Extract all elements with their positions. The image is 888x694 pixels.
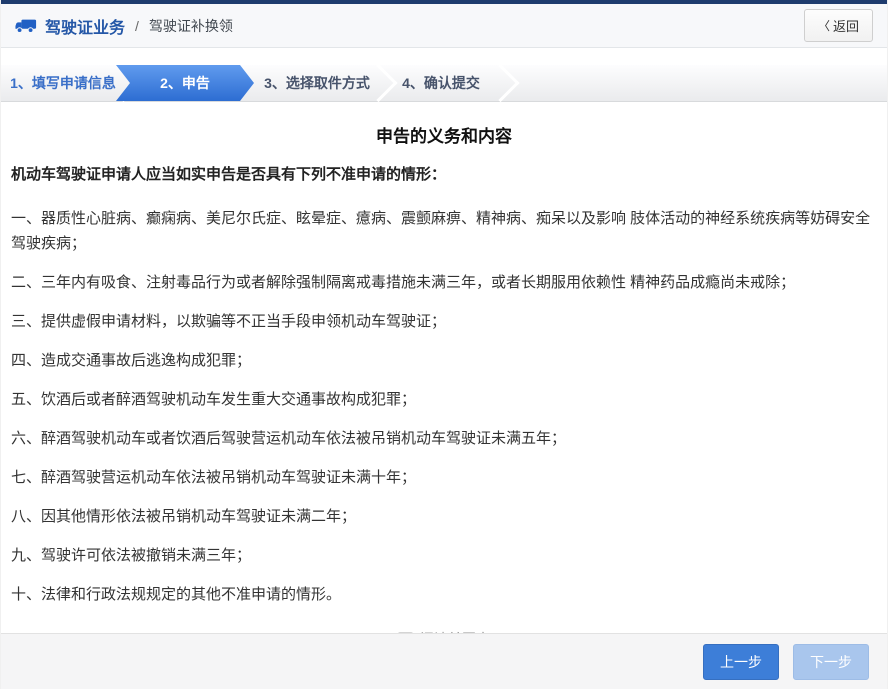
back-button-label: 返回 [833,16,859,35]
declaration-item-6: 六、醉酒驾驶机动车或者饮酒后驾驶营运机动车依法被吊销机动车驾驶证未满五年； [11,426,877,451]
header-gap [1,48,887,65]
page: 驾驶证业务 / 驾驶证补换领 〈 返回 1、填写申请信息 2、申告 3、选择取件… [0,0,888,689]
declaration-item-4: 四、造成交通事故后逃逸构成犯罪； [11,348,877,373]
step-1-label: 1、填写申请信息 [10,73,116,93]
page-title: 申告的义务和内容 [11,122,877,147]
declaration-item-8: 八、因其他情形依法被吊销机动车驾驶证未满二年； [11,504,877,529]
step-2-label: 2、申告 [160,73,210,93]
step-2-declaration-active[interactable]: 2、申告 [116,65,254,101]
declaration-content: 申告的义务和内容 机动车驾驶证申请人应当如实申告是否具有下列不准申请的情形： 一… [1,102,887,633]
step-1-fill-application[interactable]: 1、填写申请信息 [1,65,125,101]
header: 驾驶证业务 / 驾驶证补换领 〈 返回 [1,4,887,48]
previous-step-button[interactable]: 上一步 [703,644,779,680]
declaration-item-1: 一、器质性心脏病、癫痫病、美尼尔氏症、眩晕症、癔病、震颤麻痹、精神病、痴呆以及影… [11,206,877,256]
declaration-item-9: 九、驾驶许可依法被撤销未满三年； [11,543,877,568]
next-step-button[interactable]: 下一步 [793,644,869,680]
declaration-item-7: 七、醉酒驾驶营运机动车依法被吊销机动车驾驶证未满十年； [11,465,877,490]
step-4-label: 4、确认提交 [402,73,480,93]
declaration-item-5: 五、饮酒后或者醉酒驾驶机动车发生重大交通事故构成犯罪； [11,387,877,412]
declaration-item-3: 三、提供虚假申请材料，以欺骗等不正当手段申领机动车驾驶证； [11,309,877,334]
breadcrumb-separator: / [135,18,139,34]
declaration-item-2: 二、三年内有吸食、注射毒品行为或者解除强制隔离戒毒措施未满三年，或者长期服用依赖… [11,270,877,295]
step-3-label: 3、选择取件方式 [264,73,370,93]
breadcrumb: 驾驶证业务 / 驾驶证补换领 [15,14,233,38]
back-chevron-icon: 〈 [818,17,830,34]
back-button[interactable]: 〈 返回 [804,9,873,42]
truck-icon [15,18,37,34]
step-4-confirm-submit[interactable]: 4、确认提交 [380,65,502,101]
footer-actions: 上一步 下一步 [1,633,887,689]
service-title: 驾驶证业务 [45,14,125,38]
breadcrumb-current: 驾驶证补换领 [149,16,233,36]
step-3-pickup-method[interactable]: 3、选择取件方式 [254,65,380,101]
declaration-intro: 机动车驾驶证申请人应当如实申告是否具有下列不准申请的情形： [11,163,877,184]
step-wizard: 1、填写申请信息 2、申告 3、选择取件方式 4、确认提交 [1,65,887,102]
declaration-item-10: 十、法律和行政法规规定的其他不准申请的情形。 [11,582,877,607]
